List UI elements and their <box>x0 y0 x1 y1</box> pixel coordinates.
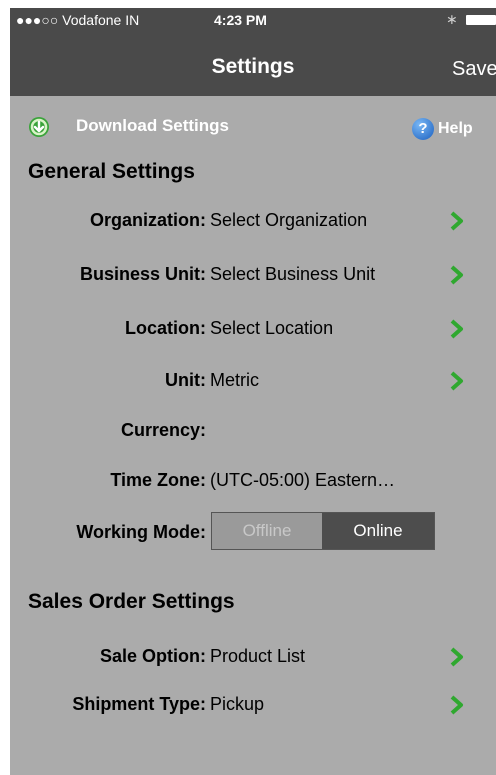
chevron-right-icon <box>450 647 463 667</box>
location-label: Location: <box>125 318 206 338</box>
offline-segment[interactable]: Offline <box>212 513 322 549</box>
chevron-right-icon <box>450 371 463 391</box>
unit-value: Metric <box>210 370 259 390</box>
working-mode-label: Working Mode: <box>76 522 206 542</box>
settings-screen: ●●●○○ Vodafone IN 4:23 PM ∗ Settings Sav… <box>10 8 496 775</box>
shipment-type-value: Pickup <box>210 694 265 714</box>
battery-icon <box>466 15 496 25</box>
chevron-right-icon <box>450 319 463 339</box>
sale-option-row[interactable]: Sale Option: Product List <box>10 640 496 676</box>
download-icon[interactable] <box>28 116 50 138</box>
help-icon[interactable]: ? <box>412 118 434 140</box>
chevron-right-icon <box>450 211 463 231</box>
organization-row[interactable]: Organization: Select Organization <box>10 204 496 240</box>
business-unit-value: Select Business Unit <box>210 264 376 284</box>
sale-option-value: Product List <box>210 646 306 666</box>
unit-label: Unit: <box>165 370 206 390</box>
location-row[interactable]: Location: Select Location <box>10 312 496 348</box>
sales-order-settings-heading: Sales Order Settings <box>28 590 235 613</box>
organization-label: Organization: <box>90 210 206 230</box>
settings-toolbar: Download Settings ? Help <box>10 112 496 144</box>
shipment-type-row[interactable]: Shipment Type: Pickup <box>10 688 496 724</box>
time-zone-value: (UTC-05:00) Eastern… <box>210 470 396 490</box>
help-button[interactable]: Help <box>438 120 473 138</box>
location-value: Select Location <box>210 318 334 338</box>
sale-option-label: Sale Option: <box>99 646 206 666</box>
chevron-right-icon <box>450 695 463 715</box>
working-mode-toggle: Offline Online <box>211 512 435 550</box>
general-settings-heading: General Settings <box>28 160 195 183</box>
currency-row: Currency: <box>10 414 496 450</box>
business-unit-row[interactable]: Business Unit: Select Business Unit <box>10 258 496 294</box>
navigation-bar: Settings Save <box>10 32 496 96</box>
bluetooth-icon: ∗ <box>446 11 458 27</box>
currency-label: Currency: <box>120 420 206 440</box>
organization-value: Select Organization <box>210 210 368 230</box>
time-zone-row[interactable]: Time Zone: (UTC-05:00) Eastern… <box>10 464 496 500</box>
carrier-signal: ●●●○○ Vodafone IN <box>16 12 140 28</box>
status-bar: ●●●○○ Vodafone IN 4:23 PM ∗ <box>10 8 496 32</box>
save-button[interactable]: Save <box>452 58 496 81</box>
download-settings-button[interactable]: Download Settings <box>76 116 229 136</box>
business-unit-label: Business Unit: <box>79 264 206 284</box>
time-zone-label: Time Zone: <box>110 470 206 490</box>
shipment-type-label: Shipment Type: <box>72 694 206 714</box>
chevron-right-icon <box>450 265 463 285</box>
page-title: Settings <box>211 55 295 78</box>
online-segment[interactable]: Online <box>322 513 434 549</box>
unit-row[interactable]: Unit: Metric <box>10 364 496 400</box>
status-time: 4:23 PM <box>214 12 267 28</box>
